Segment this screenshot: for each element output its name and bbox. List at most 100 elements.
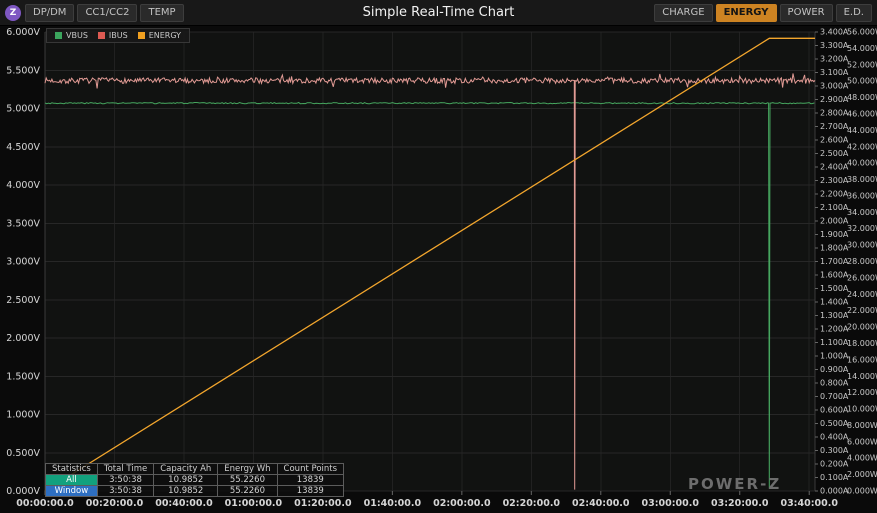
tab-power[interactable]: POWER [780,4,833,22]
svg-text:6.000Wh: 6.000Wh [847,437,877,446]
svg-text:3.000A: 3.000A [820,82,849,91]
stats-value-cell: 55.2260 [218,475,277,486]
svg-text:03:40:00.0: 03:40:00.0 [780,498,838,509]
svg-text:5.000V: 5.000V [6,104,40,115]
energy-swatch-icon [138,32,145,39]
svg-text:20.000Wh: 20.000Wh [847,323,877,332]
svg-text:22.000Wh: 22.000Wh [847,306,877,315]
svg-text:0.000V: 0.000V [6,486,40,497]
legend-item-vbus[interactable]: VBUS [55,31,88,40]
svg-text:10.000Wh: 10.000Wh [847,405,877,414]
svg-text:1.200A: 1.200A [820,325,849,334]
svg-text:0.400A: 0.400A [820,433,849,442]
stats-header-row: StatisticsTotal TimeCapacity AhEnergy Wh… [46,464,344,475]
tab-cc1-cc2[interactable]: CC1/CC2 [77,4,137,22]
svg-text:1.600A: 1.600A [820,271,849,280]
stats-value-cell: 55.2260 [218,486,277,497]
vbus-swatch-icon [55,32,62,39]
svg-text:36.000Wh: 36.000Wh [847,191,877,200]
svg-text:28.000Wh: 28.000Wh [847,257,877,266]
svg-text:1.000A: 1.000A [820,352,849,361]
stats-value-cell: 3:50:38 [97,475,153,486]
svg-text:6.000V: 6.000V [6,27,40,38]
svg-text:0.100A: 0.100A [820,473,849,482]
svg-text:2.000Wh: 2.000Wh [847,470,877,479]
tab-temp[interactable]: TEMP [140,4,183,22]
energy-axis: 56.000Wh54.000Wh52.000Wh50.000Wh48.000Wh… [847,28,877,496]
svg-text:0.900A: 0.900A [820,365,849,374]
svg-text:0.500V: 0.500V [6,448,40,459]
svg-text:03:20:00.0: 03:20:00.0 [711,498,769,509]
chart-svg[interactable]: 6.000V5.500V5.000V4.500V4.000V3.500V3.00… [0,26,877,513]
svg-text:2.200A: 2.200A [820,190,849,199]
legend-item-energy[interactable]: ENERGY [138,31,181,40]
svg-text:1.500V: 1.500V [6,371,40,382]
svg-text:2.600A: 2.600A [820,136,849,145]
svg-text:0.600A: 0.600A [820,406,849,415]
stats-header-cell: Count Points [277,464,343,475]
svg-text:2.000A: 2.000A [820,217,849,226]
svg-text:30.000Wh: 30.000Wh [847,241,877,250]
stats-value-cell: 10.9852 [154,475,218,486]
svg-text:3.400A: 3.400A [820,28,849,37]
svg-text:4.500V: 4.500V [6,142,40,153]
svg-text:2.100A: 2.100A [820,203,849,212]
stats-value-cell: 10.9852 [154,486,218,497]
svg-text:38.000Wh: 38.000Wh [847,175,877,184]
svg-text:24.000Wh: 24.000Wh [847,290,877,299]
svg-text:02:00:00.0: 02:00:00.0 [433,498,491,509]
voltage-axis: 6.000V5.500V5.000V4.500V4.000V3.500V3.00… [6,27,40,497]
svg-text:2.300A: 2.300A [820,176,849,185]
svg-text:01:00:00.0: 01:00:00.0 [225,498,283,509]
tab-dp-dm[interactable]: DP/DM [25,4,74,22]
svg-text:2.400A: 2.400A [820,163,849,172]
statistics-table: StatisticsTotal TimeCapacity AhEnergy Wh… [45,463,344,497]
legend-item-ibus[interactable]: IBUS [98,31,128,40]
svg-text:0.700A: 0.700A [820,392,849,401]
stats-header-cell: Statistics [46,464,98,475]
svg-text:14.000Wh: 14.000Wh [847,372,877,381]
legend-label: IBUS [109,31,128,40]
svg-text:1.100A: 1.100A [820,338,849,347]
svg-text:54.000Wh: 54.000Wh [847,44,877,53]
svg-text:00:20:00.0: 00:20:00.0 [86,498,144,509]
svg-text:12.000Wh: 12.000Wh [847,388,877,397]
app-logo-glyph: Z [10,8,17,18]
svg-text:0.300A: 0.300A [820,446,849,455]
stats-row-label: Window [46,486,98,497]
svg-text:1.900A: 1.900A [820,230,849,239]
stats-value-cell: 13839 [277,475,343,486]
svg-text:34.000Wh: 34.000Wh [847,208,877,217]
svg-text:1.400A: 1.400A [820,298,849,307]
tab-e-d[interactable]: E.D. [836,4,872,22]
chart-legend: VBUS IBUS ENERGY [46,28,190,43]
stats-value-cell: 13839 [277,486,343,497]
svg-text:50.000Wh: 50.000Wh [847,77,877,86]
right-tabs: CHARGEENERGYPOWERE.D. [654,4,872,22]
svg-text:2.900A: 2.900A [820,95,849,104]
svg-text:1.500A: 1.500A [820,284,849,293]
svg-text:02:40:00.0: 02:40:00.0 [572,498,630,509]
stats-row-all: All3:50:3810.985255.226013839 [46,475,344,486]
svg-text:2.500A: 2.500A [820,149,849,158]
title-bar: Z DP/DMCC1/CC2TEMP Simple Real-Time Char… [0,0,877,26]
svg-text:02:20:00.0: 02:20:00.0 [503,498,561,509]
tab-energy[interactable]: ENERGY [716,4,777,22]
svg-text:18.000Wh: 18.000Wh [847,339,877,348]
svg-text:32.000Wh: 32.000Wh [847,224,877,233]
svg-text:2.000V: 2.000V [6,333,40,344]
stats-row-label: All [46,475,98,486]
svg-text:1.700A: 1.700A [820,257,849,266]
ibus-swatch-icon [98,32,105,39]
app-logo-icon[interactable]: Z [5,5,21,21]
tab-charge[interactable]: CHARGE [654,4,712,22]
legend-label: ENERGY [149,31,181,40]
svg-text:52.000Wh: 52.000Wh [847,60,877,69]
stats-header-cell: Capacity Ah [154,464,218,475]
svg-text:1.000V: 1.000V [6,410,40,421]
svg-text:1.800A: 1.800A [820,244,849,253]
svg-text:5.500V: 5.500V [6,65,40,76]
svg-text:0.000Wh: 0.000Wh [847,487,877,496]
svg-text:00:00:00.0: 00:00:00.0 [16,498,74,509]
svg-text:3.200A: 3.200A [820,55,849,64]
